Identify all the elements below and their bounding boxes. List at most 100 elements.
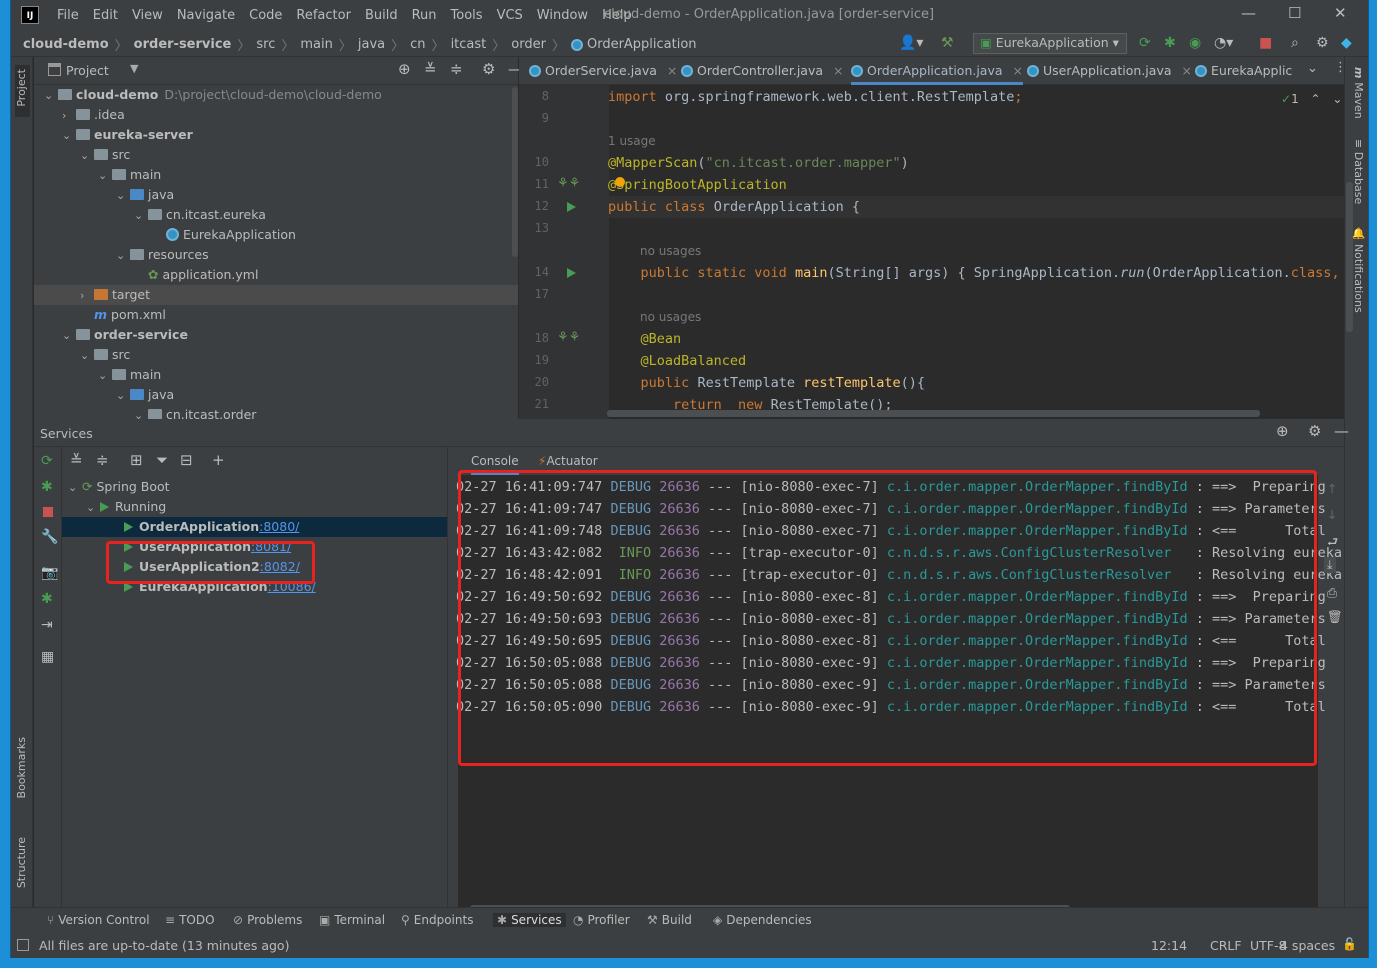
- chevron-down-icon[interactable]: ⌄: [98, 366, 112, 386]
- rerun-icon[interactable]: ⟳: [1139, 35, 1151, 51]
- build-hammer-icon[interactable]: ⚒: [941, 35, 954, 51]
- project-tree-row[interactable]: m pom.xml: [34, 305, 518, 325]
- jetbrains-toolbox-icon[interactable]: ◆: [1341, 35, 1352, 51]
- menu-item-window[interactable]: Window: [537, 8, 588, 23]
- chevron-down-icon[interactable]: ⌄: [62, 326, 76, 346]
- bottom-tab[interactable]: ⑂ Version Control: [47, 913, 150, 927]
- chevron-down-icon[interactable]: ⌄: [80, 346, 94, 366]
- service-port-link[interactable]: :8080/: [259, 519, 299, 534]
- breadcrumb-item[interactable]: OrderApplication: [587, 37, 697, 52]
- project-tree-row[interactable]: ⌄ java: [34, 385, 518, 405]
- coverage-icon[interactable]: ◉: [1189, 35, 1201, 51]
- project-tool-button[interactable]: Project: [15, 65, 30, 117]
- layout-icon[interactable]: ▦: [41, 649, 54, 665]
- service-group[interactable]: ⌄ Running: [62, 497, 447, 517]
- menu-item-build[interactable]: Build: [365, 8, 398, 23]
- trash-icon[interactable]: 🗑: [1327, 609, 1343, 625]
- run-configuration-select[interactable]: ▣ EurekaApplication ▾: [973, 33, 1127, 54]
- menu-item-tools[interactable]: Tools: [451, 8, 483, 23]
- chevron-down-icon[interactable]: ⌄: [44, 86, 58, 106]
- settings-gear-icon[interactable]: ⚙: [1316, 35, 1329, 51]
- soft-wrap-icon[interactable]: ⮐: [1327, 533, 1338, 554]
- stop-icon[interactable]: ■: [1259, 35, 1272, 51]
- project-tree-row[interactable]: ⌄ cloud-demo D:\project\cloud-demo\cloud-d…: [34, 85, 518, 105]
- editor-horizontal-scrollbar[interactable]: [607, 410, 1260, 417]
- line-separator[interactable]: CRLF: [1210, 938, 1242, 953]
- code-line[interactable]: public RestTemplate restTemplate(){: [608, 372, 926, 394]
- code-line[interactable]: import org.springframework.web.client.Re…: [608, 86, 1023, 108]
- editor-tab[interactable]: OrderApplication.java ×: [851, 57, 1024, 85]
- chevron-down-icon[interactable]: ⌄: [134, 206, 148, 226]
- close-tab-icon[interactable]: ×: [833, 63, 843, 78]
- maximize-icon[interactable]: ☐: [1288, 4, 1301, 22]
- menu-item-file[interactable]: File: [57, 8, 79, 23]
- project-tree-row[interactable]: ⌄ eureka-server: [34, 125, 518, 145]
- code-line[interactable]: @Bean: [608, 328, 682, 350]
- close-tab-icon[interactable]: ×: [1013, 63, 1023, 78]
- project-tree-row[interactable]: ✿ application.yml: [34, 265, 518, 285]
- tabs-more-icon[interactable]: ⌄: [1307, 61, 1318, 76]
- usage-hint[interactable]: 1 usage: [608, 134, 656, 148]
- bottom-tab[interactable]: ⚒ Build: [647, 913, 692, 927]
- collapse-all-icon[interactable]: ≑: [450, 60, 463, 78]
- project-tree-row[interactable]: ⌄ cn.itcast.eureka: [34, 205, 518, 225]
- bottom-tab[interactable]: ◈ Dependencies: [713, 913, 812, 927]
- minimize-icon[interactable]: —: [1241, 4, 1256, 22]
- editor-tab[interactable]: UserApplication.java ×: [1027, 57, 1192, 85]
- lock-icon[interactable]: 🔓: [1342, 937, 1357, 951]
- caret-position[interactable]: 12:14: [1151, 938, 1187, 953]
- maven-tool-button[interactable]: m Maven: [1352, 67, 1365, 119]
- collapse-all-icon[interactable]: ≑: [96, 451, 109, 469]
- bookmarks-tool-button[interactable]: Bookmarks: [15, 737, 28, 798]
- chevron-down-icon[interactable]: ⌄: [98, 166, 112, 186]
- run-main-icon[interactable]: [567, 268, 576, 278]
- notifications-tool-button[interactable]: 🔔 Notifications: [1352, 227, 1365, 313]
- filter-icon[interactable]: ⏷: [156, 451, 168, 469]
- breadcrumb-item[interactable]: order-service: [134, 37, 232, 52]
- menu-item-refactor[interactable]: Refactor: [296, 8, 351, 23]
- usage-hint[interactable]: no usages: [640, 244, 701, 258]
- group-by-icon[interactable]: ⊞: [130, 451, 143, 469]
- gear-icon[interactable]: ⚙: [482, 60, 495, 78]
- scroll-to-end-icon[interactable]: ⤓: [1324, 557, 1336, 573]
- project-tree-row[interactable]: EurekaApplication: [34, 225, 518, 245]
- crosshair-icon[interactable]: ⊕: [1276, 422, 1289, 440]
- chevron-down-icon[interactable]: ⌄: [86, 498, 100, 518]
- service-item[interactable]: OrderApplication:8080/: [62, 517, 447, 537]
- spring-bean-icon[interactable]: ⚘⚘: [557, 176, 580, 191]
- chevron-down-icon[interactable]: ⌄: [68, 478, 82, 498]
- debugger-attach-icon[interactable]: ✱: [41, 591, 53, 607]
- rerun-icon[interactable]: ⟳: [41, 453, 53, 469]
- more-actions-icon[interactable]: ⋮: [1334, 60, 1347, 75]
- expand-all-icon[interactable]: ≚: [424, 60, 437, 78]
- editor-scrollbar[interactable]: [1346, 182, 1353, 332]
- menu-item-navigate[interactable]: Navigate: [177, 8, 235, 23]
- bottom-tab[interactable]: ▣ Terminal: [319, 913, 385, 927]
- menu-item-code[interactable]: Code: [249, 8, 282, 23]
- breadcrumb-item[interactable]: order: [511, 37, 546, 52]
- scroll-up-icon[interactable]: ↑: [1327, 481, 1337, 496]
- breadcrumb-item[interactable]: java: [358, 37, 385, 52]
- chevron-down-icon[interactable]: ⌄: [62, 126, 76, 146]
- editor-tab[interactable]: EurekaApplic: [1195, 57, 1292, 85]
- project-tree-row[interactable]: ⌄ src: [34, 145, 518, 165]
- editor-tab[interactable]: OrderController.java ×: [681, 57, 844, 85]
- chevron-down-icon[interactable]: ⌄: [116, 186, 130, 206]
- crosshair-icon[interactable]: ⊕: [398, 60, 411, 78]
- database-tool-button[interactable]: ≡ Database: [1352, 139, 1365, 204]
- code-line[interactable]: public static void main(String[] args) {…: [608, 262, 1344, 284]
- project-tree-row[interactable]: ⌄ java: [34, 185, 518, 205]
- breadcrumb-item[interactable]: itcast: [451, 37, 487, 52]
- wrench-icon[interactable]: 🔧: [41, 529, 58, 545]
- indent-setting[interactable]: 4 spaces: [1280, 938, 1335, 953]
- profile-icon[interactable]: ◔▾: [1214, 35, 1233, 51]
- print-icon[interactable]: ⎙: [1327, 585, 1337, 601]
- project-tree-row[interactable]: ⌄ main: [34, 165, 518, 185]
- close-tab-icon[interactable]: ×: [667, 63, 677, 78]
- gear-icon[interactable]: ⚙: [1308, 422, 1321, 440]
- code-line[interactable]: @LoadBalanced: [608, 350, 747, 372]
- bottom-tab[interactable]: ✱ Services: [493, 913, 566, 927]
- add-service-icon[interactable]: +: [212, 451, 225, 469]
- chevron-down-icon[interactable]: ⌄: [80, 146, 94, 166]
- menu-item-view[interactable]: View: [132, 8, 163, 23]
